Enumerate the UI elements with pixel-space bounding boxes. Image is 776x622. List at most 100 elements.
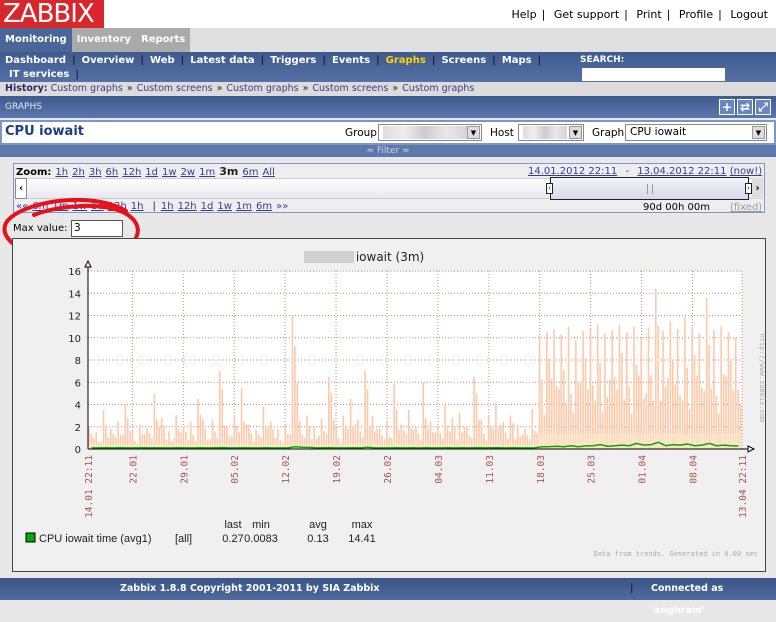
range-band — [727, 433, 735, 449]
group-select[interactable]: ▼ — [378, 124, 482, 141]
zoom-1w[interactable]: 1w — [162, 167, 177, 178]
range-to[interactable]: 13.04.2012 22:11 — [637, 166, 726, 177]
forward-1d[interactable]: 1d — [201, 201, 214, 212]
search-input[interactable] — [582, 68, 725, 81]
nav-dashboard[interactable]: Dashboard — [5, 55, 66, 66]
chevron-down-icon: ▼ — [752, 126, 765, 139]
refresh-icon[interactable]: ⇄ — [737, 99, 753, 115]
graph-select[interactable]: CPU iowait ▼ — [625, 124, 767, 141]
separator: | — [180, 55, 185, 66]
logout-link[interactable]: Logout — [730, 8, 768, 21]
top-links: Help | Get support | Print | Profile | Logou… — [511, 8, 768, 21]
cpu-iowait-chart: : CPU iowait (3m)024681012141614.01 22:1… — [25, 250, 766, 558]
filter-toggle[interactable]: ≈ Filter ≈ — [0, 145, 776, 157]
print-link[interactable]: Print — [636, 8, 661, 21]
zoom-1m[interactable]: 1m — [199, 167, 215, 178]
history-item[interactable]: Custom screens — [137, 83, 213, 94]
range-band — [705, 433, 713, 449]
range-band — [640, 433, 648, 449]
nav-it-services[interactable]: IT services — [9, 69, 69, 80]
legend-header-min: min — [252, 519, 270, 531]
range-band — [618, 433, 626, 449]
forward-1w[interactable]: 1w — [217, 201, 232, 212]
y-tick-label: 2 — [75, 423, 81, 434]
zoom-2w[interactable]: 2w — [181, 167, 196, 178]
x-tick-label: 14.01 22:11 — [84, 455, 95, 518]
graph-label: Graph — [592, 127, 625, 139]
zoom-label: Zoom: — [16, 167, 52, 178]
nav-maps[interactable]: Maps — [502, 55, 532, 66]
separator: | — [140, 55, 145, 66]
legend-min: 0.0083 — [244, 533, 278, 545]
history-item[interactable]: Custom screens — [312, 83, 388, 94]
forward-1h[interactable]: 1h — [161, 201, 174, 212]
zabbix-logo[interactable]: ZABBIX — [0, 0, 104, 28]
y-tick-label: 0 — [75, 445, 81, 456]
forward-arrows: »» — [276, 201, 289, 212]
separator: | — [492, 55, 496, 66]
y-axis-arrow-icon — [84, 259, 92, 268]
help-link[interactable]: Help — [512, 8, 537, 21]
legend-header-max: max — [352, 519, 373, 531]
zoom-All[interactable]: All — [262, 167, 274, 178]
nav-overview[interactable]: Overview — [82, 55, 135, 66]
history-item[interactable]: Custom graphs — [226, 83, 298, 94]
separator: | — [537, 55, 542, 66]
forward-6m[interactable]: 6m — [256, 201, 272, 212]
x-tick-label: 25.03 — [587, 455, 598, 484]
resize-left-handle[interactable]: ‹ — [546, 183, 553, 194]
tab-inventory[interactable]: Inventory — [71, 28, 137, 52]
x-tick-label: 18.03 — [536, 455, 547, 484]
nav-triggers[interactable]: Triggers — [270, 55, 316, 66]
x-axis-arrow-icon — [747, 445, 756, 453]
y-tick-label: 16 — [68, 267, 81, 278]
y-tick-label: 6 — [75, 378, 81, 389]
chevron-down-icon: ▼ — [569, 126, 582, 139]
zoom-3h[interactable]: 3h — [89, 167, 102, 178]
now-link[interactable]: (now!) — [730, 166, 762, 177]
zoom-6h[interactable]: 6h — [106, 167, 119, 178]
main-tabs: Monitoring Inventory Reports — [0, 28, 776, 52]
zoom-1d[interactable]: 1d — [145, 167, 158, 178]
forward-1m[interactable]: 1m — [236, 201, 252, 212]
legend-header-avg: avg — [309, 519, 327, 531]
scroll-thumb[interactable] — [550, 177, 749, 200]
resize-right-handle[interactable]: › — [745, 183, 752, 194]
range-band — [633, 433, 641, 449]
range-band — [683, 433, 692, 449]
zoom-1h[interactable]: 1h — [55, 167, 68, 178]
profile-link[interactable]: Profile — [679, 8, 713, 21]
fixed-toggle[interactable]: (fixed) — [730, 202, 762, 213]
nav-graphs[interactable]: Graphs — [386, 55, 426, 66]
tab-monitoring[interactable]: Monitoring — [0, 28, 72, 52]
legend-avg: 0.13 — [307, 533, 328, 545]
nav-web[interactable]: Web — [150, 55, 175, 66]
zoom-2h[interactable]: 2h — [72, 167, 85, 178]
x-tick-label: 29.01 — [179, 455, 190, 484]
history-item[interactable]: Custom graphs — [51, 83, 123, 94]
tab-reports[interactable]: Reports — [136, 28, 191, 52]
range-band — [589, 433, 597, 449]
zoom-6m[interactable]: 6m — [242, 167, 258, 178]
nav-events[interactable]: Events — [332, 55, 370, 66]
forward-12h[interactable]: 12h — [178, 201, 197, 212]
legend-scope: [all] — [175, 533, 192, 545]
add-to-favourites-icon[interactable]: + — [719, 99, 735, 115]
nav-screens[interactable]: Screens — [441, 55, 486, 66]
zoom-12h[interactable]: 12h — [122, 167, 141, 178]
legend-color-swatch — [25, 532, 36, 543]
time-range: 14.01.2012 22:11 - 13.04.2012 22:11 (now… — [528, 166, 762, 177]
scroll-right-button[interactable]: › — [752, 178, 763, 199]
x-tick-label: 08.04 — [689, 455, 700, 484]
nav-latest-data[interactable]: Latest data — [190, 55, 254, 66]
host-select[interactable]: ▼ — [518, 124, 584, 141]
range-band — [662, 433, 670, 449]
chevron-down-icon: ▼ — [467, 126, 480, 139]
range-band — [712, 433, 721, 449]
zoom-3m[interactable]: 3m — [219, 165, 238, 178]
x-tick-label: 19.02 — [332, 455, 343, 484]
fullscreen-icon[interactable]: ⤢ — [755, 99, 771, 115]
get-support-link[interactable]: Get support — [554, 8, 619, 21]
history-item[interactable]: Custom graphs — [402, 83, 474, 94]
range-from[interactable]: 14.01.2012 22:11 — [528, 166, 617, 177]
